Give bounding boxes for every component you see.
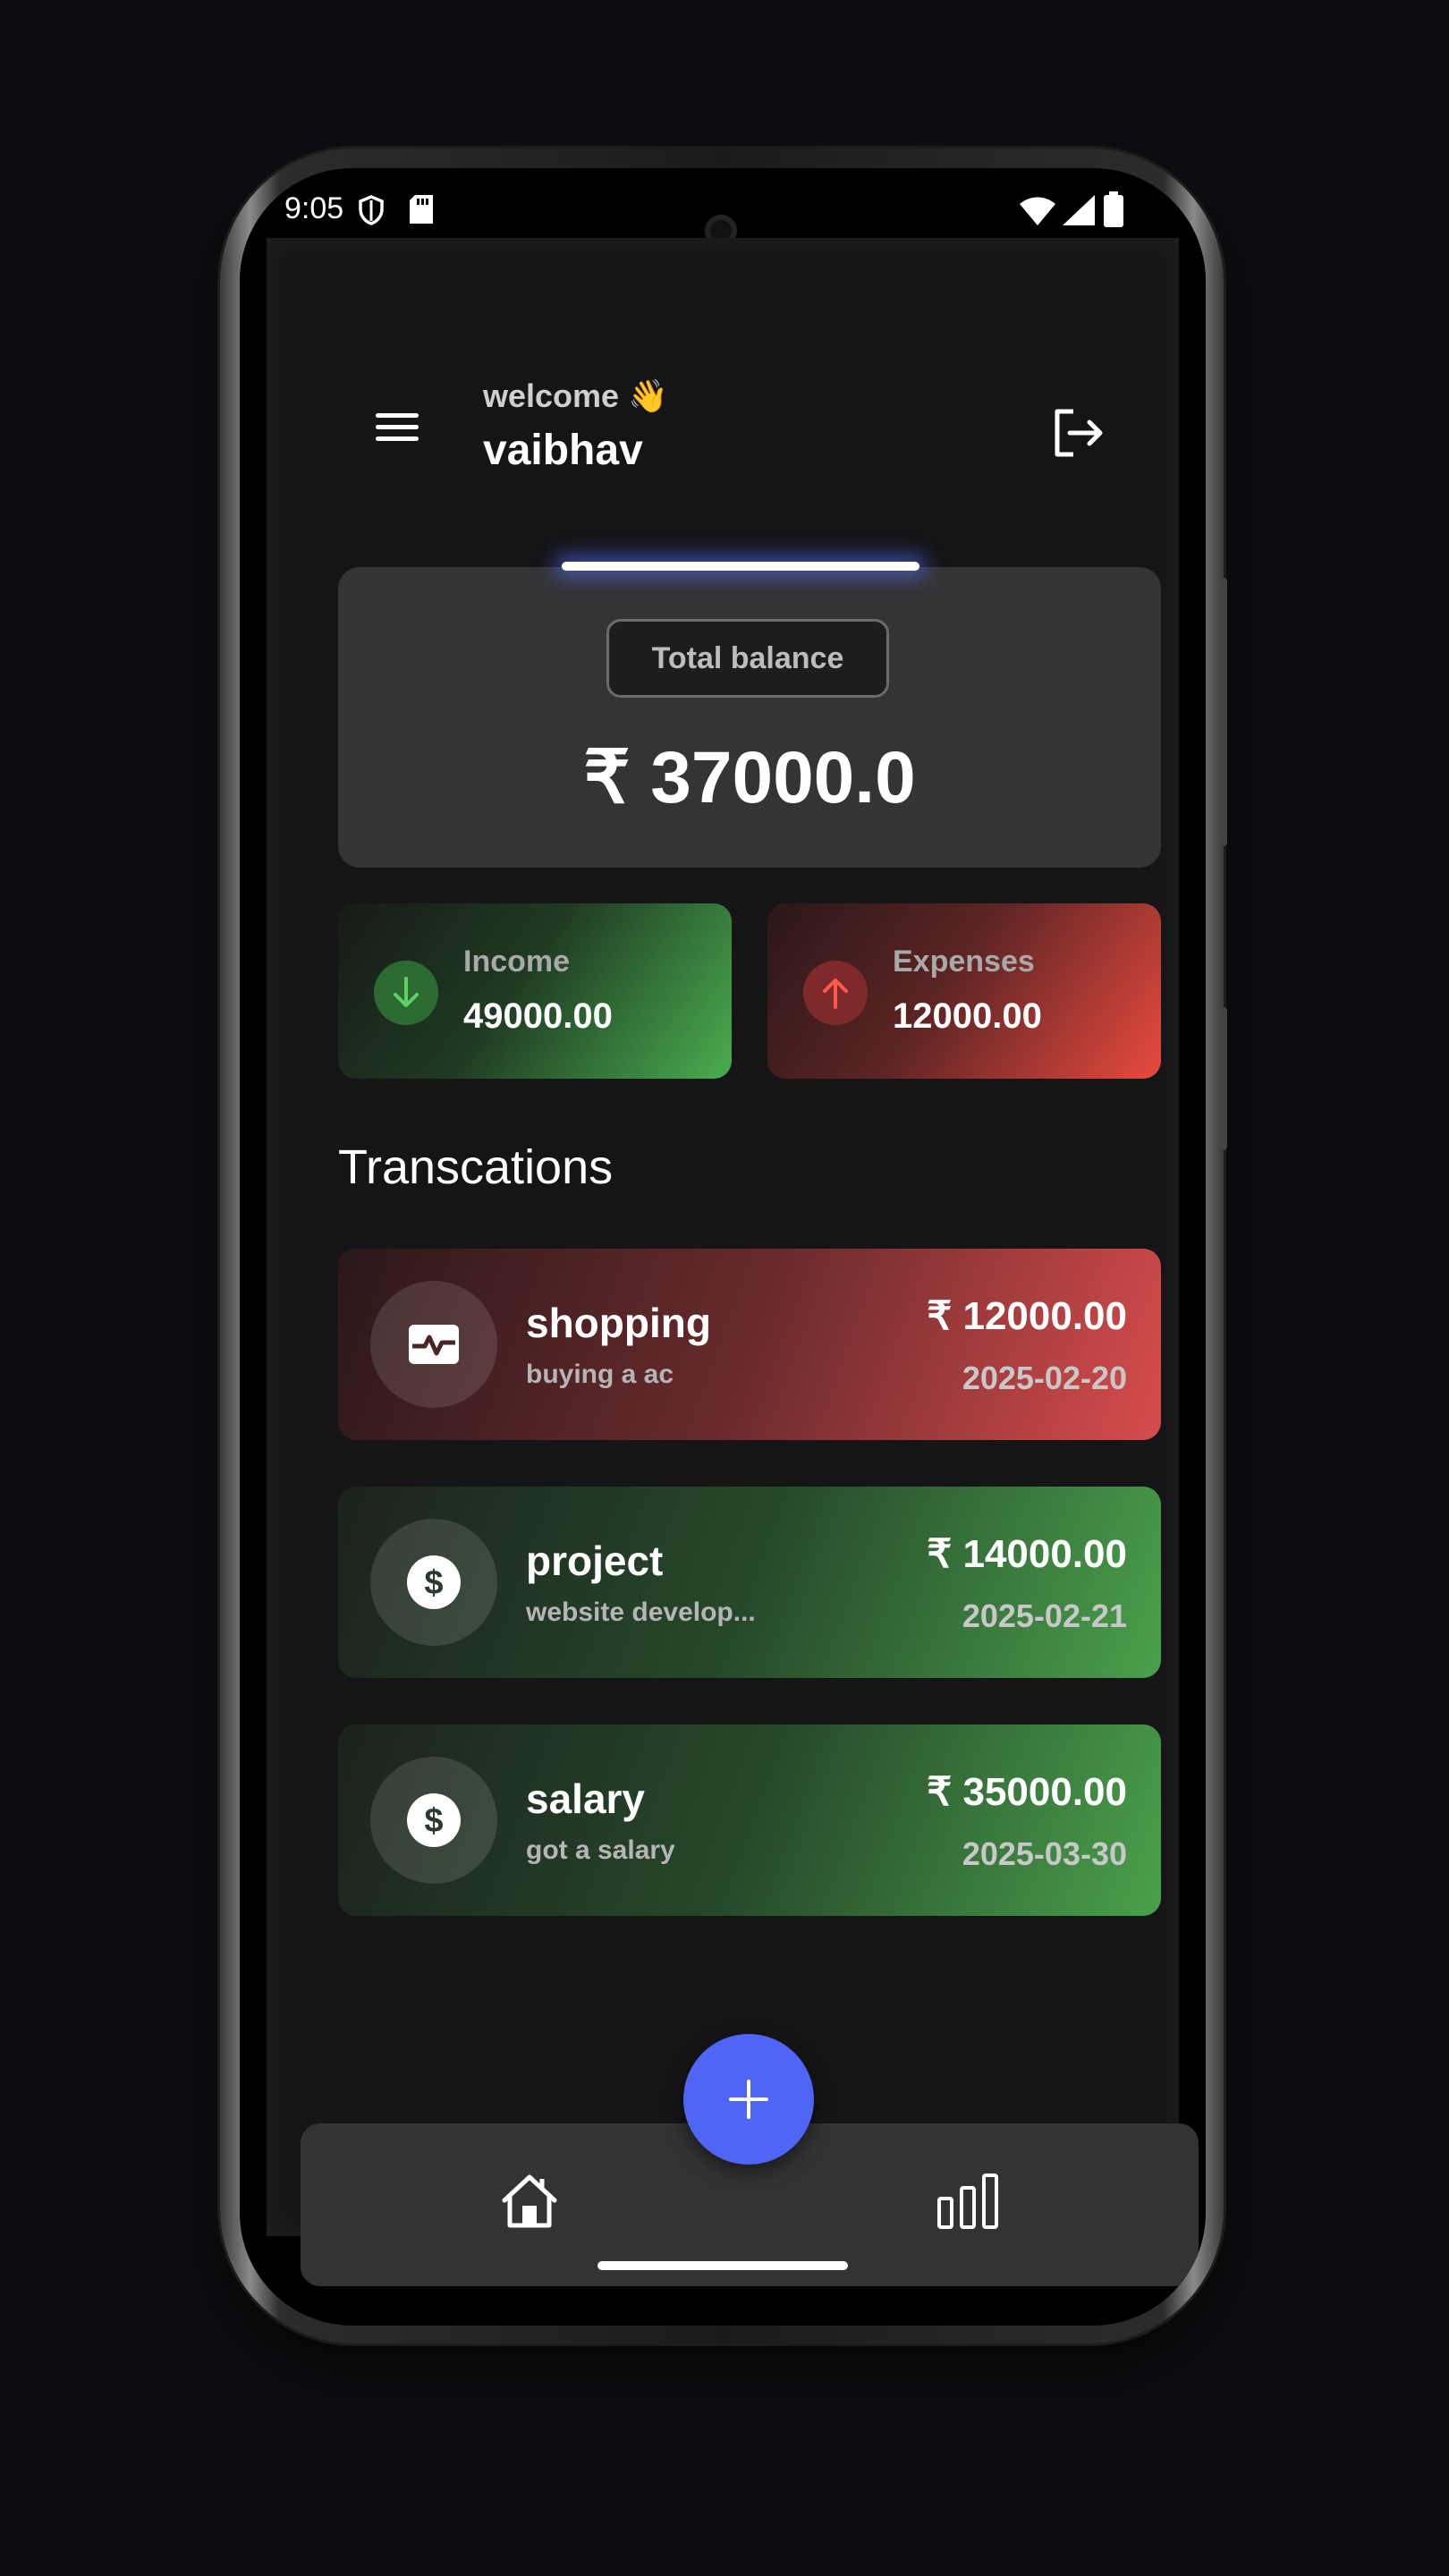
expenses-value: 12000.00 [893,996,1042,1036]
income-value: 49000.00 [463,996,613,1036]
transaction-date: 2025-02-21 [962,1597,1127,1634]
shield-icon [359,195,384,225]
transaction-amount: ₹ 12000.00 [927,1294,1127,1338]
total-balance-amount: ₹ 37000.0 [583,737,916,818]
transaction-item[interactable]: $ project website develop... ₹ 14000.00 … [338,1487,1161,1678]
transaction-item[interactable]: $ salary got a salary ₹ 35000.00 2025-03… [338,1724,1161,1916]
expenses-label: Expenses [893,945,1035,979]
sd-card-icon [410,195,433,224]
transaction-name: salary [526,1775,646,1822]
balance-card: Total balance ₹ 37000.0 [338,567,1161,868]
add-transaction-button[interactable] [683,2034,814,2165]
transaction-description: website develop... [526,1597,756,1627]
activity-card-icon [409,1325,459,1364]
transaction-amount: ₹ 35000.00 [927,1770,1127,1814]
dollar-coin-icon: $ [407,1793,461,1847]
arrow-up-icon [803,961,868,1025]
transaction-icon-wrap [370,1281,497,1408]
transaction-icon-wrap: $ [370,1519,497,1646]
transaction-amount: ₹ 14000.00 [927,1532,1127,1576]
transaction-date: 2025-03-30 [962,1835,1127,1872]
svg-text:$: $ [424,1564,443,1602]
status-time: 9:05 [284,191,344,225]
transaction-date: 2025-02-20 [962,1360,1127,1396]
dollar-coin-icon: $ [407,1555,461,1609]
balance-glow-bar [562,562,919,571]
welcome-text: welcome 👋 [483,377,668,414]
home-indicator[interactable] [597,2261,848,2270]
username: vaibhav [483,427,643,474]
bar-chart-icon[interactable] [936,2172,1000,2229]
menu-icon[interactable] [372,406,422,456]
transaction-item[interactable]: shopping buying a ac ₹ 12000.00 2025-02-… [338,1249,1161,1440]
signal-icon [1063,195,1095,225]
income-card[interactable]: Income 49000.00 [338,903,732,1079]
phone-side-button [1220,578,1227,846]
total-balance-label: Total balance [606,619,889,698]
transactions-title: Transcations [338,1140,614,1194]
logout-icon[interactable] [1050,404,1107,462]
wifi-icon [1020,197,1055,225]
app-screen: welcome 👋 vaibhav Total balance ₹ 37000.… [267,238,1199,2286]
transaction-name: project [526,1538,664,1584]
transaction-name: shopping [526,1300,711,1346]
svg-text:$: $ [424,1802,443,1840]
phone-side-button [1220,1007,1227,1150]
transaction-description: got a salary [526,1835,675,1865]
transaction-description: buying a ac [526,1360,674,1389]
income-label: Income [463,945,571,979]
phone-screen: 9:05 welcome 👋 vaibhav Total balance ₹ 3… [240,168,1206,2326]
expenses-card[interactable]: Expenses 12000.00 [767,903,1161,1079]
home-icon[interactable] [497,2168,562,2233]
battery-icon [1104,191,1123,227]
transaction-icon-wrap: $ [370,1757,497,1884]
plus-icon [729,2080,768,2119]
arrow-down-icon [374,961,438,1025]
